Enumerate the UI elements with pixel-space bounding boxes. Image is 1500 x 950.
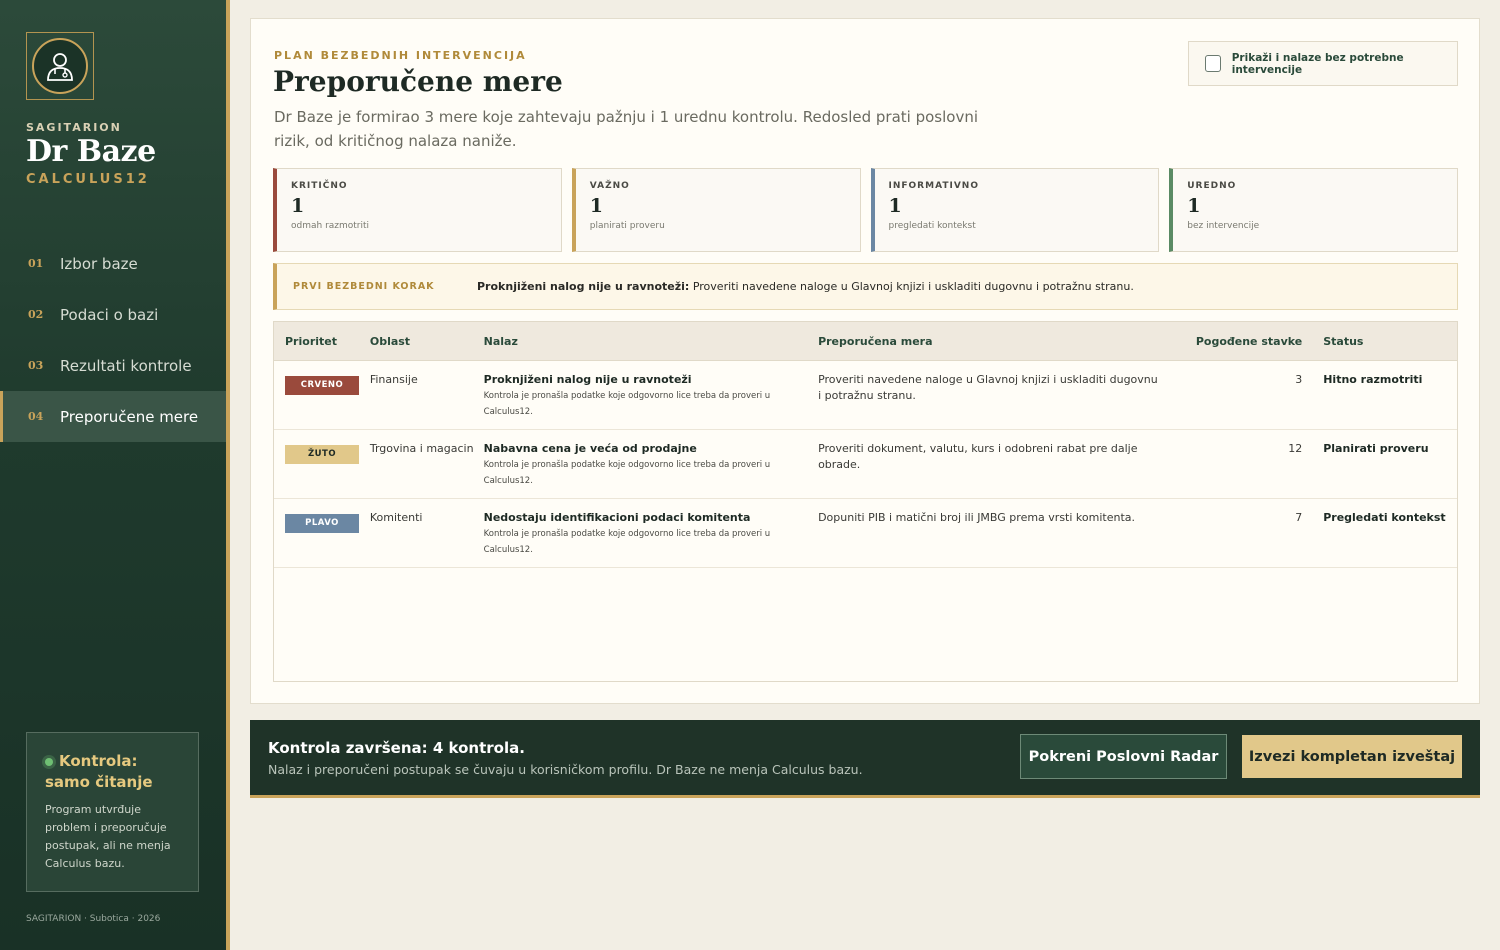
sidebar-item-preporucene-mere[interactable]: 04 Preporučene mere <box>0 391 226 442</box>
status-title: Kontrola: samo čitanje <box>45 752 153 791</box>
stat-value: 1 <box>888 195 902 217</box>
brand-title: Dr Baze <box>26 134 156 169</box>
finding-note: Kontrola je pronašla podatke koje odgovo… <box>483 460 771 486</box>
show-clean-findings-toggle[interactable]: Prikaži i nalaze bez potrebne intervenci… <box>1188 41 1458 86</box>
stat-value: 1 <box>589 195 603 217</box>
nav-number: 01 <box>28 257 44 270</box>
completion-subtitle: Nalaz i preporučeni postupak se čuvaju u… <box>268 762 863 777</box>
stat-label: KRITIČNO <box>291 181 348 191</box>
page-kicker: PLAN BEZBEDNIH INTERVENCIJA <box>274 49 527 62</box>
action-cell: Proveriti navedene naloge u Glavnoj knji… <box>818 373 1158 402</box>
first-step-label: PRVI BEZBEDNI KORAK <box>293 281 435 292</box>
priority-badge: CRVENO <box>285 376 359 395</box>
sidebar-nav: 01 Izbor baze 02 Podaci o bazi 03 Rezult… <box>0 238 226 442</box>
table-row[interactable]: ŽUTO Trgovina i magacin Nabavna cena je … <box>274 430 1457 499</box>
nav-number: 02 <box>28 308 44 321</box>
column-header-oblast[interactable]: Oblast <box>370 335 484 348</box>
finding-note: Kontrola je pronašla podatke koje odgovo… <box>483 529 771 555</box>
stat-card-vazno: VAŽNO 1 planirati proveru <box>571 168 861 252</box>
sidebar-item-izbor-baze[interactable]: 01 Izbor baze <box>0 238 226 289</box>
finding-title: Nedostaju identifikacioni podaci komiten… <box>483 511 751 524</box>
stat-note: planirati proveru <box>589 221 665 231</box>
finding-title: Proknjiženi nalog nije u ravnoteži <box>483 373 692 386</box>
table-header: Prioritet Oblast Nalaz Preporučena mera … <box>274 322 1457 361</box>
checkbox[interactable] <box>1205 55 1221 72</box>
count-cell: 7 <box>1295 511 1303 524</box>
stat-label: VAŽNO <box>589 181 630 191</box>
first-step-body: Proveriti navedene naloge u Glavnoj knji… <box>689 280 1134 293</box>
recommendations-table: Prioritet Oblast Nalaz Preporučena mera … <box>273 321 1458 682</box>
action-cell: Proveriti dokument, valutu, kurs i odobr… <box>818 442 1138 471</box>
footer-note: SAGITARION · Subotica · 2026 <box>26 914 161 924</box>
sidebar: SAGITARION Dr Baze CALCULUS12 01 Izbor b… <box>0 0 226 950</box>
sidebar-item-label: Izbor baze <box>60 254 138 273</box>
page-description: Dr Baze je formirao 3 mere koje zahtevaj… <box>274 108 979 150</box>
column-header-status[interactable]: Status <box>1323 335 1457 348</box>
table-row[interactable]: CRVENO Finansije Proknjiženi nalog nije … <box>274 361 1457 430</box>
count-cell: 12 <box>1288 442 1303 455</box>
action-cell: Dopuniti PIB i matični broj ili JMBG pre… <box>818 511 1135 524</box>
sidebar-item-label: Preporučene mere <box>60 407 199 426</box>
page-title: Preporučene mere <box>273 65 563 98</box>
nav-number: 04 <box>28 410 44 423</box>
first-step-text: Proknjiženi nalog nije u ravnoteži: Prov… <box>477 280 1134 293</box>
stat-value: 1 <box>1187 195 1201 217</box>
column-header-stavke[interactable]: Pogođene stavke <box>1171 335 1323 348</box>
brand-subtitle: CALCULUS12 <box>26 172 150 187</box>
stat-value: 1 <box>291 195 305 217</box>
column-header-mera[interactable]: Preporučena mera <box>818 335 1171 348</box>
area-cell: Finansije <box>369 373 418 386</box>
finding-note: Kontrola je pronašla podatke koje odgovo… <box>483 391 771 417</box>
status-dot-icon <box>45 757 53 766</box>
sidebar-item-label: Podaci o bazi <box>60 305 159 324</box>
sidebar-item-rezultati-kontrole[interactable]: 03 Rezultati kontrole <box>0 340 226 391</box>
area-cell: Trgovina i magacin <box>369 442 474 455</box>
doctor-icon <box>32 38 88 94</box>
toggle-label: Prikaži i nalaze bez potrebne intervenci… <box>1231 51 1404 76</box>
first-safe-step-banner: PRVI BEZBEDNI KORAK Proknjiženi nalog ni… <box>273 263 1458 310</box>
nav-number: 03 <box>28 359 44 372</box>
column-header-prioritet[interactable]: Prioritet <box>274 335 370 348</box>
column-header-nalaz[interactable]: Nalaz <box>484 335 818 348</box>
logo <box>26 32 94 100</box>
status-text: Program utvrđuje problem i preporučuje p… <box>45 803 171 870</box>
stat-label: INFORMATIVNO <box>888 181 979 191</box>
run-business-radar-button[interactable]: Pokreni Poslovni Radar <box>1020 734 1227 779</box>
completion-title: Kontrola završena: 4 kontrola. <box>268 739 525 757</box>
sidebar-item-podaci-o-bazi[interactable]: 02 Podaci o bazi <box>0 289 226 340</box>
stat-label: UREDNO <box>1187 181 1237 191</box>
stats-row: KRITIČNO 1 odmah razmotriti VAŽNO 1 plan… <box>273 168 1458 252</box>
area-cell: Komitenti <box>369 511 423 524</box>
export-report-button[interactable]: Izvezi kompletan izveštaj <box>1242 735 1462 778</box>
stat-note: pregledati kontekst <box>888 221 976 231</box>
stat-note: bez intervencije <box>1187 221 1260 231</box>
completion-bar: Kontrola završena: 4 kontrola. Nalaz i p… <box>250 720 1480 798</box>
main-panel: PLAN BEZBEDNIH INTERVENCIJA Preporučene … <box>250 18 1480 704</box>
readonly-status-card: Kontrola: samo čitanje Program utvrđuje … <box>26 732 199 892</box>
count-cell: 3 <box>1295 373 1303 386</box>
first-step-title: Proknjiženi nalog nije u ravnoteži: <box>477 280 690 293</box>
table-row[interactable]: PLAVO Komitenti Nedostaju identifikacion… <box>274 499 1457 568</box>
sidebar-item-label: Rezultati kontrole <box>60 356 192 375</box>
brand-kicker: SAGITARION <box>26 121 122 134</box>
sidebar-divider <box>226 0 230 950</box>
stat-card-informativno: INFORMATIVNO 1 pregledati kontekst <box>870 168 1160 252</box>
stat-note: odmah razmotriti <box>291 221 370 231</box>
status-cell: Hitno razmotriti <box>1323 373 1423 386</box>
stat-card-uredno: UREDNO 1 bez intervencije <box>1169 168 1458 252</box>
finding-title: Nabavna cena je veća od prodajne <box>483 442 697 455</box>
stat-card-kriticno: KRITIČNO 1 odmah razmotriti <box>273 168 562 252</box>
status-cell: Pregledati kontekst <box>1323 511 1446 524</box>
status-cell: Planirati proveru <box>1323 442 1429 455</box>
priority-badge: PLAVO <box>285 514 359 533</box>
priority-badge: ŽUTO <box>285 445 359 464</box>
